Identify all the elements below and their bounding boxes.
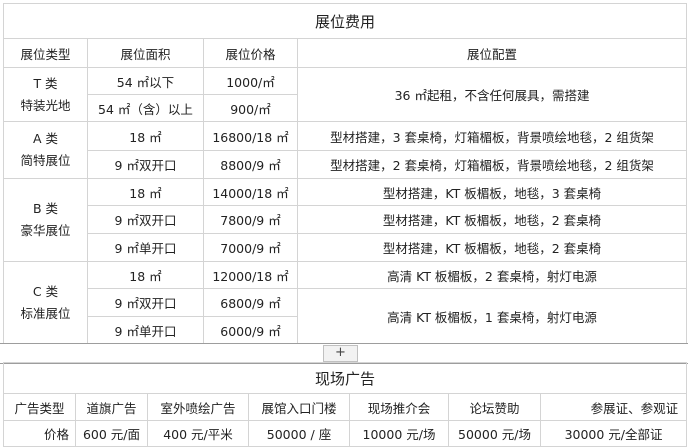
booth-config: 型材搭建，KT 板楣板，地毯，3 套桌椅 <box>296 178 688 206</box>
booth-type-b: B 类 豪华展位 <box>3 178 88 262</box>
onsite-ads-title: 现场广告 <box>2 362 688 394</box>
header-outdoor-print-ad: 室外喷绘广告 <box>147 393 249 421</box>
booth-type-b-code: B 类 <box>32 201 59 216</box>
booth-area: 18 ㎡ <box>87 178 204 206</box>
booth-area: 9 ㎡单开口 <box>87 233 204 262</box>
booth-price: 6800/9 ㎡ <box>203 288 298 317</box>
price-outdoor-print-ad: 400 元/平米 <box>147 420 249 447</box>
header-forum-sponsor: 论坛赞助 <box>448 393 541 421</box>
onsite-ads-table: 现场广告 广告类型 道旗广告 室外喷绘广告 展馆入口门楼 现场推介会 论坛赞助 … <box>2 362 688 447</box>
booth-fee-table: 展位费用 展位类型 展位面积 展位价格 展位配置 T 类 特装光地 54 ㎡以下… <box>2 3 688 345</box>
booth-config: 型材搭建，2 套桌椅，灯箱楣板，背景喷绘地毯，2 组货架 <box>296 150 688 179</box>
booth-type-c-name: 标准展位 <box>20 306 71 321</box>
header-booth-area: 展位面积 <box>87 38 204 68</box>
booth-type-c-code: C 类 <box>32 284 59 299</box>
header-promotion-event: 现场推介会 <box>349 393 449 421</box>
price-entrance-arch: 50000 / 座 <box>248 420 350 447</box>
price-badges: 30000 元/全部证 <box>539 420 688 447</box>
booth-config: 高清 KT 板楣板，2 套桌椅，射灯电源 <box>296 261 688 289</box>
booth-area: 9 ㎡双开口 <box>87 150 204 179</box>
booth-config: 型材搭建，KT 板楣板，地毯，2 套桌椅 <box>296 205 688 234</box>
price-promotion-event: 10000 元/场 <box>349 420 449 447</box>
booth-area: 54 ㎡（含）以上 <box>87 94 204 122</box>
booth-config: 36 ㎡起租，不含任何展具，需搭建 <box>296 67 688 122</box>
booth-config: 高清 KT 板楣板，1 套桌椅，射灯电源 <box>296 288 688 345</box>
header-booth-config: 展位配置 <box>296 38 688 68</box>
booth-type-t-name: 特装光地 <box>20 97 71 113</box>
booth-price: 16800/18 ㎡ <box>203 121 298 151</box>
booth-price: 14000/18 ㎡ <box>203 178 298 206</box>
booth-price: 7000/9 ㎡ <box>203 233 298 262</box>
header-booth-type: 展位类型 <box>3 38 88 68</box>
booth-area: 9 ㎡单开口 <box>87 316 204 345</box>
booth-price: 8800/9 ㎡ <box>203 150 298 179</box>
booth-price: 6000/9 ㎡ <box>203 316 298 345</box>
expand-button[interactable]: + <box>323 345 358 362</box>
booth-area: 18 ㎡ <box>87 121 204 151</box>
price-flag-ad: 600 元/面 <box>75 420 148 447</box>
booth-area: 18 ㎡ <box>87 261 204 289</box>
booth-fee-title: 展位费用 <box>2 3 688 39</box>
booth-type-a: A 类 简特展位 <box>3 121 88 179</box>
booth-config: 型材搭建，3 套桌椅，灯箱楣板，背景喷绘地毯，2 组货架 <box>296 121 688 151</box>
booth-type-a-code: A 类 <box>32 131 59 146</box>
booth-price: 1000/㎡ <box>203 67 298 95</box>
booth-config: 型材搭建，KT 板楣板，地毯，2 套桌椅 <box>296 233 688 262</box>
booth-area: 9 ㎡双开口 <box>87 288 204 317</box>
booth-type-c: C 类 标准展位 <box>3 261 88 345</box>
booth-area: 54 ㎡以下 <box>87 67 204 95</box>
booth-type-t: T 类 特装光地 <box>3 67 88 122</box>
price-forum-sponsor: 50000 元/场 <box>448 420 541 447</box>
booth-area: 9 ㎡双开口 <box>87 205 204 234</box>
booth-price: 900/㎡ <box>203 94 298 122</box>
header-entrance-arch: 展馆入口门楼 <box>248 393 350 421</box>
booth-price: 12000/18 ㎡ <box>203 261 298 289</box>
booth-price: 7800/9 ㎡ <box>203 205 298 234</box>
header-ad-type: 广告类型 <box>3 393 76 421</box>
header-badges: 参展证、参观证 <box>539 393 688 421</box>
header-flag-ad: 道旗广告 <box>75 393 148 421</box>
booth-type-a-name: 简特展位 <box>20 153 71 168</box>
header-booth-price: 展位价格 <box>203 38 298 68</box>
price-label: 价格 <box>3 420 76 447</box>
booth-type-t-code: T 类 <box>33 75 58 91</box>
booth-type-b-name: 豪华展位 <box>20 223 71 238</box>
